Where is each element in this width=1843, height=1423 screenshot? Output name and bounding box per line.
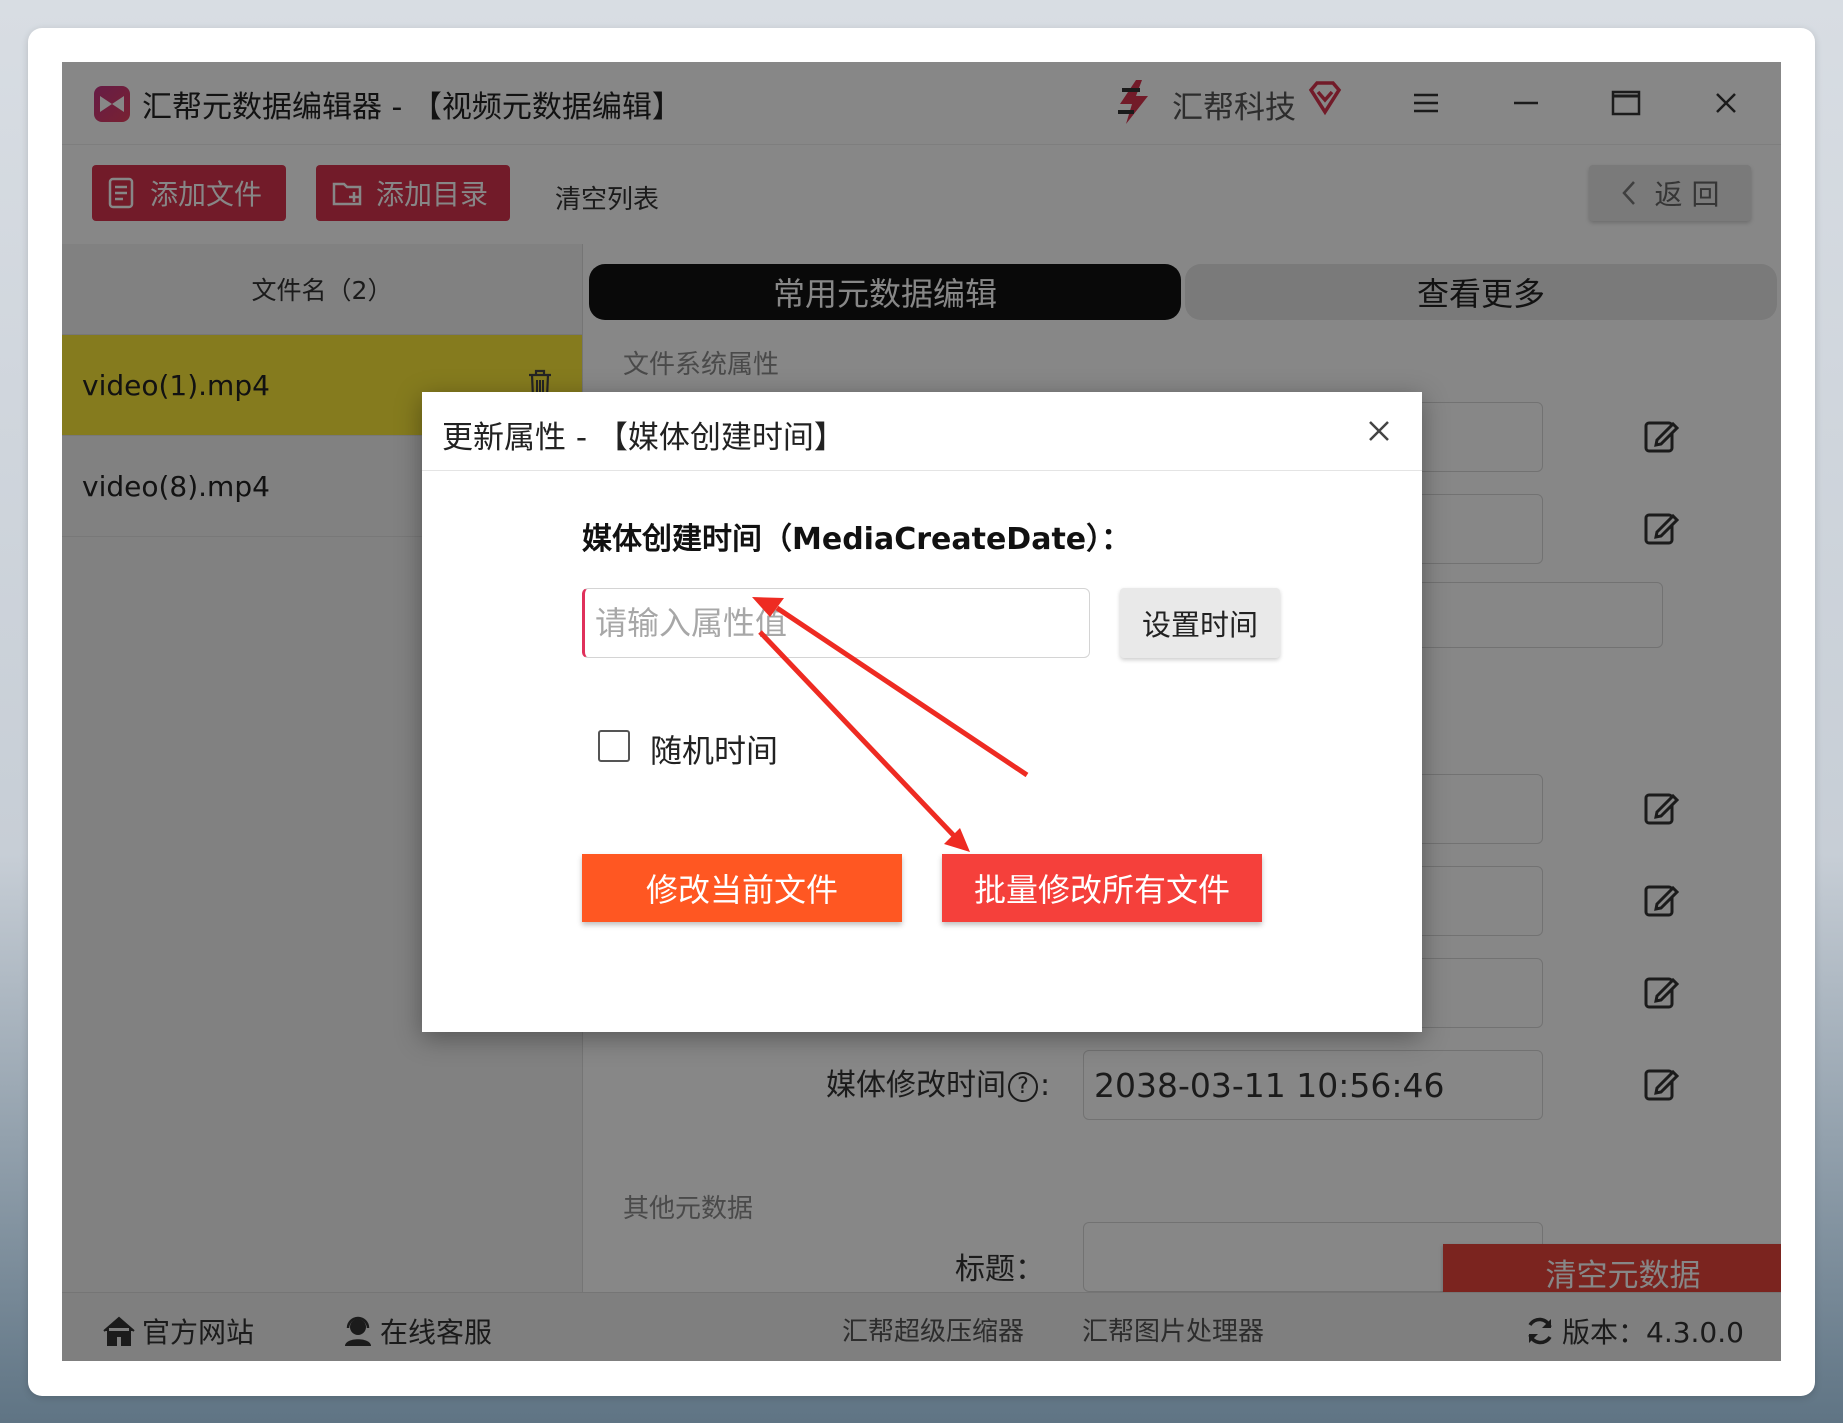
modify-current-file-button[interactable]: 修改当前文件 [582, 854, 902, 922]
annotation-arrows [752, 597, 1029, 852]
annotation-arrow-line [758, 630, 960, 842]
app-window: 汇帮元数据编辑器 - 【视频元数据编辑】 汇帮科技 添加文件 添加目录 清空列表… [62, 62, 1781, 1361]
media-create-date-label: 媒体创建时间（MediaCreateDate）： [582, 522, 1132, 557]
property-value-input[interactable] [582, 588, 1090, 658]
update-property-dialog: 更新属性 - 【媒体创建时间】 媒体创建时间（MediaCreateDate）：… [422, 392, 1422, 1032]
batch-modify-all-button[interactable]: 批量修改所有文件 [942, 854, 1262, 922]
annotation-arrow-head [944, 828, 970, 852]
dialog-title: 更新属性 - 【媒体创建时间】 [442, 420, 845, 456]
random-time-checkbox[interactable] [598, 730, 630, 762]
set-time-button[interactable]: 设置时间 [1120, 588, 1280, 658]
random-time-label[interactable]: 随机时间 [650, 726, 778, 772]
dialog-close-icon[interactable] [1362, 414, 1396, 448]
dialog-header: 更新属性 - 【媒体创建时间】 [422, 392, 1422, 471]
